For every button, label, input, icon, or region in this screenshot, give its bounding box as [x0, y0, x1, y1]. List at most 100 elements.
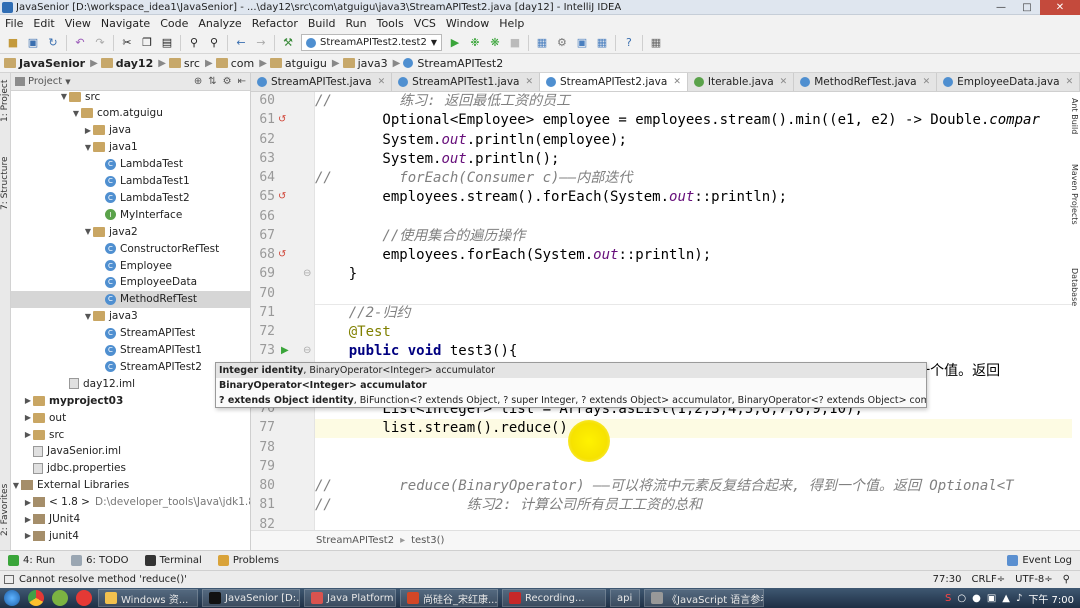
- popup-row[interactable]: ? extends Object identity, BiFunction<? …: [216, 393, 926, 408]
- menu-window[interactable]: Window: [441, 17, 494, 30]
- replace-icon[interactable]: ⚲: [206, 35, 222, 51]
- menu-run[interactable]: Run: [341, 17, 372, 30]
- tree-item[interactable]: C Employee: [11, 257, 172, 274]
- close-button[interactable]: ✕: [1040, 0, 1080, 15]
- run-test-icon[interactable]: ▶: [281, 345, 289, 356]
- terminal-tool-tab[interactable]: Terminal: [144, 555, 202, 566]
- chevron-down-icon[interactable]: ▼: [59, 92, 69, 101]
- tree-item[interactable]: I MyInterface: [11, 206, 182, 223]
- tree-item[interactable]: ▶ junit4: [11, 527, 79, 544]
- chevron-down-icon[interactable]: ▼: [83, 143, 93, 152]
- line-separator[interactable]: CRLF÷: [972, 574, 1006, 585]
- line-number[interactable]: 69: [251, 266, 275, 281]
- settings-icon[interactable]: ⚙: [554, 35, 570, 51]
- editor-tab[interactable]: StreamAPITest1.java ✕: [392, 73, 541, 91]
- tree-item[interactable]: C StreamAPITest2: [11, 358, 202, 375]
- line-number[interactable]: 73: [251, 343, 275, 358]
- event-log-tab[interactable]: Event Log: [1007, 555, 1072, 566]
- menu-help[interactable]: Help: [494, 17, 529, 30]
- run-tool-tab[interactable]: 4: Run: [8, 555, 55, 566]
- chevron-down-icon[interactable]: ▼: [83, 227, 93, 236]
- tree-item[interactable]: ▶ src: [11, 426, 64, 443]
- close-icon[interactable]: ✕: [525, 77, 533, 87]
- tree-item[interactable]: ▼ java1: [11, 139, 138, 156]
- run-config-select[interactable]: StreamAPITest2.test2 ▼: [301, 34, 442, 51]
- undo-icon[interactable]: ↶: [72, 35, 88, 51]
- line-number[interactable]: 66: [251, 209, 275, 224]
- line-number[interactable]: 67: [251, 228, 275, 243]
- tree-item[interactable]: ▶ JUnit4: [11, 511, 80, 528]
- tree-item[interactable]: day12.iml: [11, 375, 135, 392]
- chevron-right-icon[interactable]: ▶: [23, 396, 33, 405]
- tree-item[interactable]: C LambdaTest: [11, 156, 183, 173]
- line-number[interactable]: 81: [251, 497, 275, 512]
- fold-icon[interactable]: ⊖: [303, 268, 311, 279]
- sync-icon[interactable]: ↻: [45, 35, 61, 51]
- tree-item[interactable]: ▼ src: [11, 88, 100, 105]
- line-number[interactable]: 62: [251, 132, 275, 147]
- menu-tools[interactable]: Tools: [372, 17, 409, 30]
- tree-item[interactable]: C EmployeeData: [11, 274, 197, 291]
- collapse-icon[interactable]: ⇅: [208, 76, 216, 87]
- tree-item[interactable]: C MethodRefTest: [11, 290, 250, 308]
- breadcrumb-item[interactable]: java3 ▶: [342, 57, 400, 70]
- close-icon[interactable]: ✕: [378, 77, 386, 87]
- taskbar-item[interactable]: Recording...: [502, 589, 606, 607]
- problems-tool-tab[interactable]: Problems: [217, 555, 279, 566]
- chevron-down-icon[interactable]: ▼: [83, 312, 93, 321]
- line-number[interactable]: 77: [251, 420, 275, 435]
- help-icon[interactable]: ?: [621, 35, 637, 51]
- project-tool-tab[interactable]: 1: Project: [0, 77, 11, 125]
- hide-icon[interactable]: ⇤: [238, 76, 246, 87]
- line-number[interactable]: 80: [251, 478, 275, 493]
- menu-edit[interactable]: Edit: [28, 17, 59, 30]
- file-encoding[interactable]: UTF-8÷: [1015, 574, 1053, 585]
- menu-navigate[interactable]: Navigate: [96, 17, 155, 30]
- chevron-down-icon[interactable]: ▼: [71, 109, 81, 118]
- close-icon[interactable]: ✕: [923, 77, 931, 87]
- save-all-icon[interactable]: ▣: [25, 35, 41, 51]
- chevron-right-icon[interactable]: ▶: [23, 413, 33, 422]
- maximize-button[interactable]: □: [1014, 0, 1040, 15]
- breadcrumb-item[interactable]: JavaSenior ▶: [4, 57, 98, 70]
- tray-icon[interactable]: ○: [957, 593, 966, 604]
- paste-icon[interactable]: ▤: [159, 35, 175, 51]
- run-icon[interactable]: ▶: [447, 35, 463, 51]
- find-icon[interactable]: ⚲: [186, 35, 202, 51]
- network-icon[interactable]: ▲: [1002, 593, 1010, 604]
- forward-icon[interactable]: →: [253, 35, 269, 51]
- menu-refactor[interactable]: Refactor: [247, 17, 303, 30]
- status-icon[interactable]: [4, 575, 14, 584]
- breadcrumb-item[interactable]: atguigu ▶: [269, 57, 340, 70]
- minimize-button[interactable]: —: [988, 0, 1014, 15]
- menu-vcs[interactable]: VCS: [409, 17, 441, 30]
- editor-breadcrumb-item[interactable]: test3(): [411, 535, 444, 546]
- breadcrumb-item[interactable]: day12 ▶: [100, 57, 166, 70]
- lambda-icon[interactable]: ↺: [278, 249, 286, 260]
- lock-icon[interactable]: ⚲: [1063, 574, 1070, 585]
- editor-tab[interactable]: Iterable.java ✕: [688, 73, 795, 91]
- line-number[interactable]: 79: [251, 459, 275, 474]
- tray-icon[interactable]: S: [945, 593, 951, 604]
- project-structure-icon[interactable]: ▦: [534, 35, 550, 51]
- menu-build[interactable]: Build: [303, 17, 341, 30]
- ant-build-tab[interactable]: Ant Build: [1068, 94, 1079, 138]
- tree-item[interactable]: jdbc.properties: [11, 460, 126, 477]
- taskbar-item[interactable]: Windows 资...: [98, 589, 198, 607]
- build-icon[interactable]: ⚒: [280, 35, 296, 51]
- close-icon[interactable]: ✕: [673, 77, 681, 87]
- gear-icon[interactable]: ⚙: [223, 76, 232, 87]
- back-icon[interactable]: ←: [233, 35, 249, 51]
- chevron-right-icon[interactable]: ▶: [23, 531, 33, 540]
- taskbar-item[interactable]: JavaSenior [D:...: [202, 589, 300, 607]
- open-folder-icon[interactable]: ■: [5, 35, 21, 51]
- line-number[interactable]: 63: [251, 151, 275, 166]
- locate-icon[interactable]: ⊕: [194, 76, 202, 87]
- tree-item[interactable]: C LambdaTest2: [11, 189, 190, 206]
- line-number[interactable]: 72: [251, 324, 275, 339]
- line-number[interactable]: 68: [251, 247, 275, 262]
- tree-item[interactable]: ▶ < 1.8 > D:\developer_tools\Java\jdk1.8.0: [11, 494, 250, 511]
- menu-view[interactable]: View: [60, 17, 96, 30]
- tree-item[interactable]: JavaSenior.iml: [11, 443, 121, 460]
- line-number[interactable]: 71: [251, 305, 275, 320]
